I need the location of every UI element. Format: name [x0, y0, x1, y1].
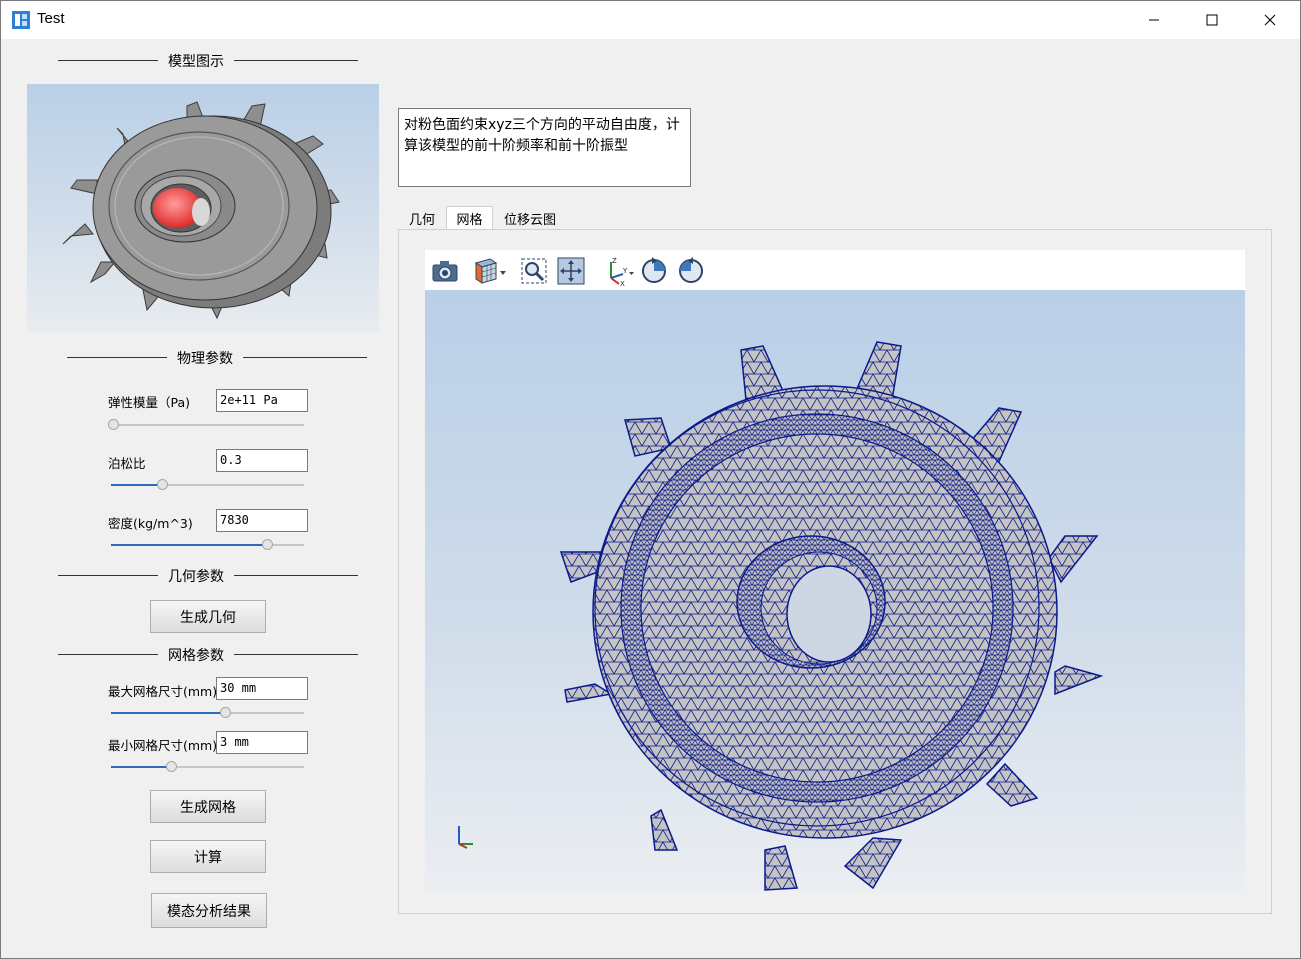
section-title-mesh: 网格参数 [158, 645, 234, 665]
title-bar: Test [1, 1, 1300, 39]
camera-icon [432, 261, 458, 282]
axes-view-button[interactable]: Z Y X [601, 256, 635, 286]
elastic-modulus-label: 弹性模量（Pa) [108, 395, 191, 410]
gear-preview-graphic [62, 101, 340, 320]
model-preview-image [27, 84, 379, 332]
mesh-viewport[interactable] [425, 290, 1245, 891]
max-mesh-size-slider[interactable] [111, 707, 304, 719]
viewer-toolbar: Z Y X [425, 250, 1245, 290]
axis-triad-icon [458, 826, 473, 849]
close-button[interactable] [1241, 1, 1299, 39]
max-mesh-size-label: 最大网格尺寸(mm) [108, 684, 218, 699]
view-cube-button[interactable] [471, 256, 509, 286]
rotate-counterclockwise-button[interactable] [676, 256, 706, 286]
minimize-button[interactable] [1125, 1, 1183, 39]
generate-geometry-button[interactable]: 生成几何 [150, 600, 266, 633]
fit-all-button[interactable] [556, 256, 586, 286]
rotate-cw-icon [642, 257, 666, 283]
maximize-button[interactable] [1183, 1, 1241, 39]
description-textbox[interactable]: 对粉色面约束xyz三个方向的平动自由度，计算该模型的前十阶频率和前十阶振型 [398, 108, 691, 187]
svg-text:X: X [620, 280, 625, 286]
svg-text:Z: Z [612, 257, 617, 265]
section-title-model-preview: 模型图示 [158, 51, 234, 71]
axes-icon: Z Y X [610, 257, 634, 286]
fit-all-icon [557, 257, 585, 285]
view-cube-icon [474, 258, 506, 284]
generate-mesh-button[interactable]: 生成网格 [150, 790, 266, 823]
density-slider[interactable] [111, 539, 304, 551]
gear-mesh-graphic [559, 341, 1104, 891]
maximize-icon [1206, 14, 1218, 26]
app-window: Test 模型图示 物理参数 弹性模量（Pa) 2e+11 Pa 泊松比 0.3… [0, 0, 1301, 959]
window-title: Test [37, 10, 65, 27]
density-input[interactable]: 7830 [216, 509, 308, 532]
tab-geometry[interactable]: 几何 [403, 206, 441, 230]
rotate-clockwise-button[interactable] [639, 256, 669, 286]
rotate-ccw-icon [679, 257, 703, 283]
min-mesh-size-input[interactable]: 3 mm [216, 731, 308, 754]
zoom-box-button[interactable] [519, 256, 549, 286]
svg-text:Y: Y [622, 267, 628, 275]
section-title-physical: 物理参数 [167, 348, 243, 368]
poisson-ratio-label: 泊松比 [108, 456, 146, 471]
modal-results-button[interactable]: 模态分析结果 [151, 893, 267, 928]
min-mesh-size-label: 最小网格尺寸(mm) [108, 738, 218, 753]
tab-displacement-contour[interactable]: 位移云图 [500, 206, 560, 230]
poisson-ratio-slider[interactable] [111, 479, 304, 491]
zoom-box-icon [521, 258, 547, 284]
minimize-icon [1149, 19, 1159, 21]
min-mesh-size-slider[interactable] [111, 761, 304, 773]
elastic-modulus-input[interactable]: 2e+11 Pa [216, 389, 308, 412]
compute-button[interactable]: 计算 [150, 840, 266, 873]
close-icon [1264, 14, 1276, 26]
poisson-ratio-input[interactable]: 0.3 [216, 449, 308, 472]
density-label: 密度(kg/m^3) [108, 516, 193, 531]
section-title-geometry: 几何参数 [158, 566, 234, 586]
app-icon [12, 11, 30, 29]
screenshot-button[interactable] [430, 256, 460, 286]
elastic-modulus-slider[interactable] [108, 419, 304, 431]
max-mesh-size-input[interactable]: 30 mm [216, 677, 308, 700]
tab-mesh[interactable]: 网格 [446, 206, 493, 230]
